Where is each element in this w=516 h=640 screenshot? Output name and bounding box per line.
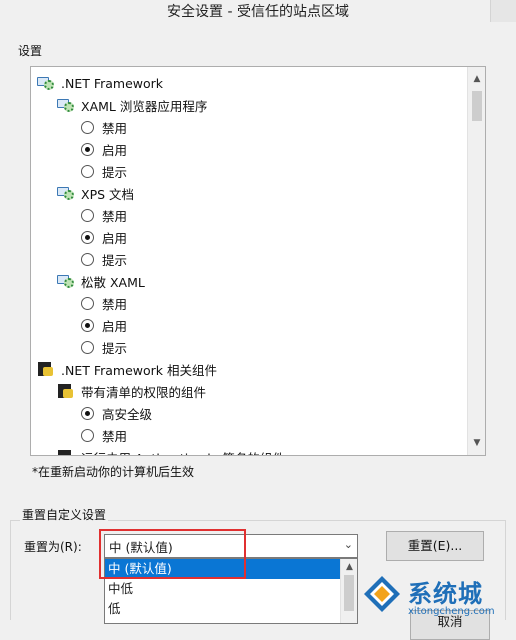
dropdown-scrollbar[interactable]: ▲ <box>340 559 357 623</box>
radio-option[interactable]: 提示 <box>81 160 127 182</box>
reset-level-select[interactable]: 中 (默认值) ⌄ <box>104 534 358 558</box>
dropdown-option-list: 中 (默认值) 中低低 <box>105 559 357 619</box>
radio-option[interactable]: 提示 <box>81 336 127 358</box>
category-label: XAML 浏览器应用程序 <box>81 98 208 114</box>
dropdown-option[interactable]: 低 <box>105 599 357 619</box>
settings-group-label: 设置 <box>18 44 43 58</box>
radio-checked-icon[interactable] <box>81 230 94 244</box>
radio-checked-icon[interactable] <box>81 318 94 332</box>
category-label: 松散 XAML <box>81 274 145 290</box>
gear-globe-icon <box>37 75 55 91</box>
certificate-icon <box>57 383 75 399</box>
radio-label: 提示 <box>102 340 128 356</box>
reset-level-value: 中 (默认值) <box>109 539 173 555</box>
watermark-brand: 系统城 <box>408 580 483 608</box>
scroll-down-icon[interactable]: ▼ <box>468 435 485 451</box>
radio-label: 启用 <box>102 230 128 246</box>
radio-label: 提示 <box>102 164 128 180</box>
certificate-icon <box>57 449 75 455</box>
radio-label: 提示 <box>102 252 128 268</box>
radio-checked-icon[interactable] <box>81 142 94 156</box>
radio-checked-icon[interactable] <box>81 406 94 420</box>
settings-category: 运行未用 Authenticode 签名的组件 <box>57 446 285 455</box>
radio-option[interactable]: 禁用 <box>81 116 127 138</box>
tree-scroll-thumb[interactable] <box>472 91 482 121</box>
settings-tree-content: .NET Framework XAML 浏览器应用程序 禁用 启用 提示 XPS 文档 禁用… <box>31 67 467 455</box>
scroll-up-icon[interactable]: ▲ <box>468 71 485 87</box>
radio-unchecked-icon[interactable] <box>81 252 94 266</box>
dropdown-scroll-thumb[interactable] <box>344 575 354 611</box>
radio-option[interactable]: 高安全级 <box>81 402 152 424</box>
radio-unchecked-icon[interactable] <box>81 208 94 222</box>
radio-option[interactable]: 提示 <box>81 248 127 270</box>
reset-button[interactable]: 重置(E)... <box>386 531 484 561</box>
settings-category: 带有清单的权限的组件 <box>57 380 206 402</box>
settings-category: 松散 XAML <box>57 270 145 292</box>
radio-option[interactable]: 禁用 <box>81 424 127 446</box>
radio-label: 禁用 <box>102 428 128 444</box>
radio-option[interactable]: 启用 <box>81 138 127 160</box>
radio-unchecked-icon[interactable] <box>81 120 94 134</box>
dropdown-option[interactable]: 中 (默认值) <box>105 559 357 579</box>
radio-option[interactable]: 启用 <box>81 314 127 336</box>
radio-option[interactable]: 禁用 <box>81 292 127 314</box>
radio-label: 启用 <box>102 142 128 158</box>
reset-to-label: 重置为(R): <box>24 540 82 554</box>
certificate-icon <box>37 361 55 377</box>
close-button[interactable] <box>490 0 516 22</box>
reset-group-label: 重置自定义设置 <box>20 506 109 523</box>
watermark: 系统城 xitongcheng.com <box>358 572 516 624</box>
radio-option[interactable]: 启用 <box>81 226 127 248</box>
radio-unchecked-icon[interactable] <box>81 296 94 310</box>
radio-unchecked-icon[interactable] <box>81 428 94 442</box>
category-label: XPS 文档 <box>81 186 135 202</box>
gear-globe-icon <box>57 273 75 289</box>
brand-logo-icon <box>364 576 400 612</box>
radio-label: 禁用 <box>102 296 128 312</box>
settings-category: .NET Framework 相关组件 <box>37 358 217 380</box>
category-label: .NET Framework 相关组件 <box>61 362 217 378</box>
gear-globe-icon <box>57 185 75 201</box>
tree-scrollbar[interactable]: ▲ ▼ <box>467 67 485 455</box>
settings-category: XAML 浏览器应用程序 <box>57 94 207 116</box>
settings-category: XPS 文档 <box>57 182 134 204</box>
radio-label: 高安全级 <box>102 406 153 422</box>
gear-globe-icon <box>57 97 75 113</box>
watermark-url: xitongcheng.com <box>408 606 495 617</box>
reset-level-dropdown[interactable]: 中 (默认值) 中低低 ▲ <box>104 558 358 624</box>
radio-option[interactable]: 禁用 <box>81 204 127 226</box>
radio-unchecked-icon[interactable] <box>81 164 94 178</box>
restart-note: *在重新启动你的计算机后生效 <box>32 465 195 479</box>
dropdown-scroll-up-icon[interactable]: ▲ <box>341 560 357 574</box>
category-label: .NET Framework <box>61 75 164 91</box>
radio-label: 禁用 <box>102 120 128 136</box>
radio-label: 禁用 <box>102 208 128 224</box>
settings-tree[interactable]: .NET Framework XAML 浏览器应用程序 禁用 启用 提示 XPS 文档 禁用… <box>30 66 486 456</box>
dropdown-option[interactable]: 中低 <box>105 579 357 599</box>
radio-unchecked-icon[interactable] <box>81 340 94 354</box>
settings-category: .NET Framework <box>37 72 163 94</box>
radio-label: 启用 <box>102 318 128 334</box>
category-label: 运行未用 Authenticode 签名的组件 <box>81 448 285 456</box>
window-title: 安全设置 - 受信任的站点区域 <box>167 4 349 20</box>
chevron-down-icon[interactable]: ⌄ <box>344 538 353 551</box>
category-label: 带有清单的权限的组件 <box>81 384 207 400</box>
